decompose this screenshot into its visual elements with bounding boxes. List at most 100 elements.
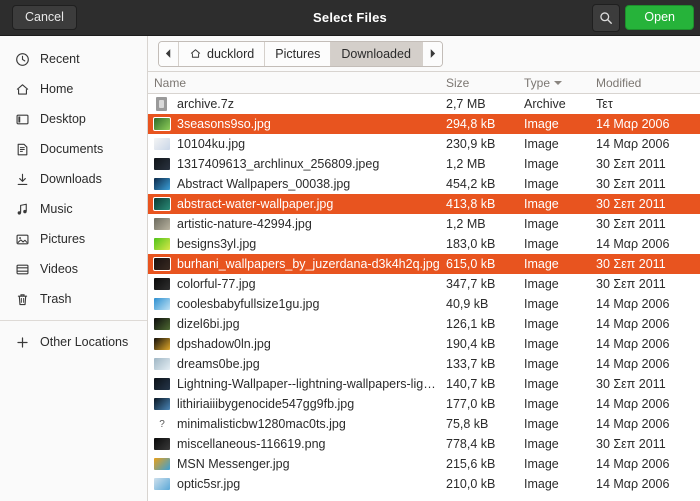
column-header-size[interactable]: Size [440, 76, 518, 90]
sidebar-item-label: Desktop [40, 112, 86, 126]
file-thumbnail-icon [154, 298, 170, 310]
table-row[interactable]: optic5sr.jpg 210,0 kB Image 14 Μαρ 2006 [148, 474, 700, 494]
path-bar-area: ducklord Pictures Downloaded [148, 36, 700, 72]
trash-icon [14, 291, 30, 307]
sidebar-item-label: Videos [40, 262, 78, 276]
sidebar-item-trash[interactable]: Trash [0, 284, 147, 314]
open-button[interactable]: Open [625, 5, 694, 30]
sidebar-item-videos[interactable]: Videos [0, 254, 147, 284]
file-size-cell: 1,2 MB [446, 217, 486, 231]
table-row[interactable]: Abstract Wallpapers_00038.jpg 454,2 kB Ima… [148, 174, 700, 194]
sidebar-item-home[interactable]: Home [0, 74, 147, 104]
file-modified-cell: 14 Μαρ 2006 [596, 477, 670, 491]
file-modified-cell: 14 Μαρ 2006 [596, 397, 670, 411]
table-row[interactable]: dreams0be.jpg 133,7 kB Image 14 Μαρ 2006 [148, 354, 700, 374]
column-header-row: Name Size Type Modified [148, 72, 700, 94]
table-row[interactable]: MSN Messenger.jpg 215,6 kB Image 14 Μαρ 200… [148, 454, 700, 474]
table-row[interactable]: Lightning-Wallpaper--lightning-wallpaper… [148, 374, 700, 394]
file-modified-cell: 30 Σεπ 2011 [596, 277, 666, 291]
file-name-cell: Lightning-Wallpaper--lightning-wallpaper… [148, 377, 440, 391]
column-header-type[interactable]: Type [518, 76, 590, 90]
file-size-cell: 347,7 kB [446, 277, 496, 291]
file-size-cell: 133,7 kB [446, 357, 496, 371]
sidebar-item-downloads[interactable]: Downloads [0, 164, 147, 194]
table-row[interactable]: artistic-nature-42994.jpg 1,2 MB Image 30 Σ… [148, 214, 700, 234]
cancel-button[interactable]: Cancel [12, 5, 77, 30]
table-row[interactable]: burhani_wallpapers_by_juzerdana-d3k4h2q.… [148, 254, 700, 274]
file-thumbnail-icon [153, 117, 171, 131]
sidebar-item-desktop[interactable]: Desktop [0, 104, 147, 134]
file-modified-cell: 14 Μαρ 2006 [596, 357, 670, 371]
file-type-cell: Image [524, 137, 559, 151]
file-modified-cell: 14 Μαρ 2006 [596, 417, 670, 431]
file-size-cell: 190,4 kB [446, 337, 496, 351]
file-name-cell: burhani_wallpapers_by_juzerdana-d3k4h2q.… [148, 257, 440, 271]
column-header-label: Modified [596, 75, 642, 90]
table-row[interactable]: miscellaneous-116619.png 778,4 kB Image 30 … [148, 434, 700, 454]
sidebar-item-recent[interactable]: Recent [0, 44, 147, 74]
sidebar-item-other-locations[interactable]: Other Locations [0, 327, 147, 357]
sidebar-item-label: Other Locations [40, 335, 129, 349]
sidebar-item-pictures[interactable]: Pictures [0, 224, 147, 254]
table-row[interactable]: 10104ku.jpg 230,9 kB Image 14 Μαρ 2006 [148, 134, 700, 154]
file-type-cell: Image [524, 257, 559, 271]
home-icon [14, 81, 30, 97]
table-row[interactable]: coolesbabyfullsize1gu.jpg 40,9 kB Image 14 … [148, 294, 700, 314]
breadcrumb: ducklord Pictures Downloaded [158, 40, 443, 67]
sidebar-item-music[interactable]: Music [0, 194, 147, 224]
sidebar-item-documents[interactable]: Documents [0, 134, 147, 164]
file-name-label: dizel6bi.jpg [177, 317, 240, 331]
file-type-cell: Archive [524, 97, 566, 111]
breadcrumb-forward-button[interactable] [421, 41, 442, 66]
file-type-cell: Image [524, 437, 559, 451]
table-row[interactable]: dpshadow0ln.jpg 190,4 kB Image 14 Μαρ 2006 [148, 334, 700, 354]
search-button[interactable] [592, 3, 621, 32]
clock-icon [14, 51, 30, 67]
file-size-cell: 140,7 kB [446, 377, 496, 391]
file-modified-cell: 30 Σεπ 2011 [596, 437, 666, 451]
file-type-cell: Image [524, 157, 559, 171]
file-name-label: besigns3yl.jpg [177, 237, 257, 251]
file-pane: ducklord Pictures Downloaded Name Size T… [148, 36, 700, 501]
file-modified-cell: 30 Σεπ 2011 [596, 217, 666, 231]
column-header-modified[interactable]: Modified [590, 76, 700, 90]
table-row[interactable]: 1317409613_archlinux_256809.jpeg 1,2 MB Im… [148, 154, 700, 174]
file-name-label: MSN Messenger.jpg [177, 457, 290, 471]
file-name-cell: dreams0be.jpg [148, 357, 440, 371]
file-thumbnail-icon [154, 358, 170, 370]
file-size-cell: 183,0 kB [446, 237, 496, 251]
table-row[interactable]: ? minimalisticbw1280mac0ts.jpg 75,8 kB Imag… [148, 414, 700, 434]
home-icon [190, 49, 201, 58]
file-type-cell: Image [524, 457, 559, 471]
file-name-cell: dpshadow0ln.jpg [148, 337, 440, 351]
breadcrumb-back-button[interactable] [159, 41, 179, 66]
file-size-cell: 215,6 kB [446, 457, 496, 471]
file-thumbnail-icon [154, 238, 170, 250]
column-header-name[interactable]: Name [148, 76, 440, 90]
download-arrow-icon [14, 171, 30, 187]
file-size-cell: 177,0 kB [446, 397, 496, 411]
sidebar-item-label: Music [40, 202, 73, 216]
breadcrumb-item-ducklord[interactable]: ducklord [179, 41, 266, 66]
breadcrumb-label: Pictures [275, 46, 321, 61]
file-type-cell: Image [524, 377, 559, 391]
file-thumbnail-icon [154, 338, 170, 350]
sidebar-item-label: Recent [40, 52, 80, 66]
file-name-label: optic5sr.jpg [177, 477, 241, 491]
table-row[interactable]: 3seasons9so.jpg 294,8 kB Image 14 Μαρ 2006 [148, 114, 700, 134]
table-row[interactable]: besigns3yl.jpg 183,0 kB Image 14 Μαρ 2006 [148, 234, 700, 254]
table-row[interactable]: colorful-77.jpg 347,7 kB Image 30 Σεπ 2011 [148, 274, 700, 294]
file-thumbnail-icon [154, 278, 170, 290]
file-modified-cell: 30 Σεπ 2011 [596, 257, 666, 271]
breadcrumb-item-downloaded[interactable]: Downloaded [331, 41, 422, 66]
table-row[interactable]: dizel6bi.jpg 126,1 kB Image 14 Μαρ 2006 [148, 314, 700, 334]
file-type-cell: Image [524, 317, 559, 331]
breadcrumb-item-pictures[interactable]: Pictures [265, 41, 332, 66]
file-name-cell: miscellaneous-116619.png [148, 437, 440, 451]
file-name-label: coolesbabyfullsize1gu.jpg [177, 297, 320, 311]
file-list[interactable]: archive.7z 2,7 MB Archive Τετ 3seasons9so.jp… [148, 94, 700, 501]
table-row[interactable]: abstract-water-wallpaper.jpg 413,8 kB Imag… [148, 194, 700, 214]
table-row[interactable]: archive.7z 2,7 MB Archive Τετ [148, 94, 700, 114]
table-row[interactable]: lithiriaiiibygenocide547gg9fb.jpg 177,0 k… [148, 394, 700, 414]
file-name-cell: MSN Messenger.jpg [148, 457, 440, 471]
